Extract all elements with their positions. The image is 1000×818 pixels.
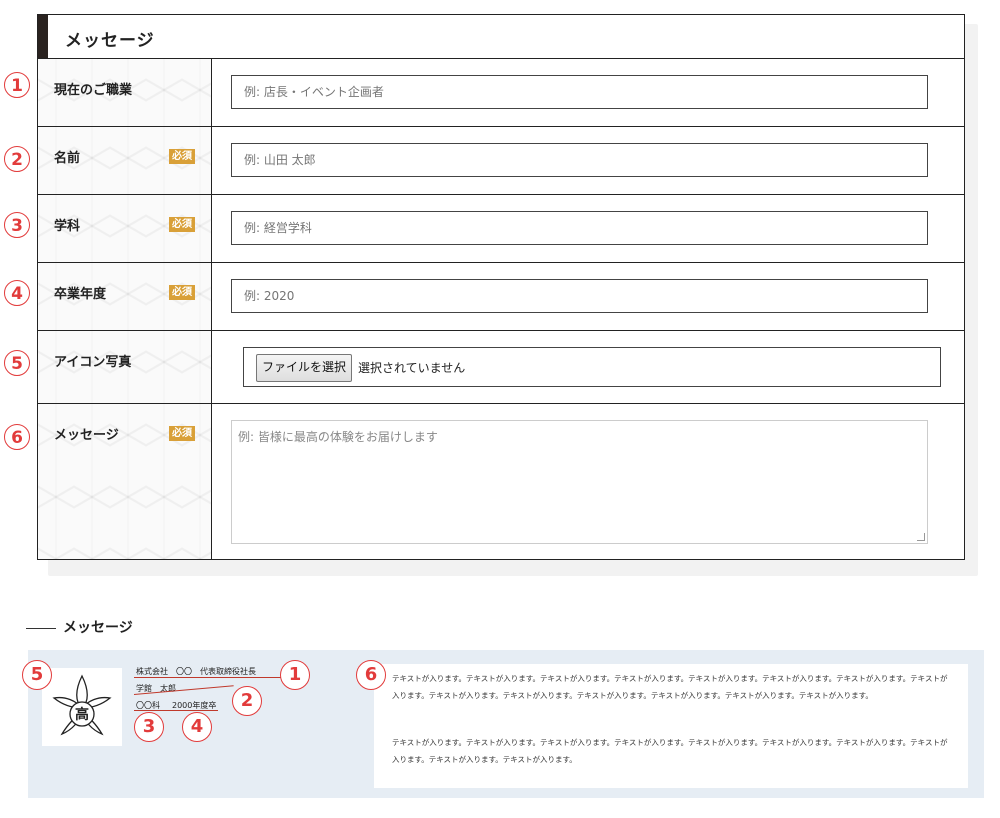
file-input-box: ファイルを選択 選択されていません	[243, 347, 941, 387]
message-textarea[interactable]: 例: 皆様に最高の体験をお届けします	[231, 420, 928, 544]
preview-marker-5: 5	[22, 660, 52, 690]
row-name: 名前 必須	[38, 127, 964, 195]
preview-occupation: 株式会社 〇〇 代表取締役社長	[136, 667, 256, 676]
department-year-underline	[134, 710, 218, 711]
file-status: 選択されていません	[358, 361, 466, 375]
marker-4: 4	[4, 280, 30, 306]
row-icon-photo: アイコン写真 ファイルを選択 選択されていません	[38, 331, 964, 404]
form-header: メッセージ	[38, 15, 964, 59]
label-cell: 学科 必須	[38, 195, 212, 262]
preview-marker-1: 1	[280, 660, 310, 690]
preview-marker-2: 2	[232, 686, 262, 716]
message-form: メッセージ 現在のご職業 名前 必須 学科 必須 卒業年度 必須 アイコン	[37, 14, 965, 560]
graduation-year-label: 卒業年度	[54, 287, 107, 302]
heading-line	[26, 627, 56, 629]
preview-marker-3: 3	[134, 712, 164, 742]
choose-file-button[interactable]: ファイルを選択	[256, 354, 353, 382]
marker-6: 6	[4, 424, 30, 450]
preview-card: 高 株式会社 〇〇 代表取締役社長 学館 太郎 〇〇科 2000年度卒 テキスト…	[28, 650, 984, 798]
name-label: 名前	[54, 151, 81, 166]
preview-marker-4: 4	[182, 712, 212, 742]
emblem-char: 高	[75, 706, 89, 723]
required-badge: 必須	[169, 149, 195, 164]
occupation-underline	[134, 677, 284, 678]
name-input[interactable]	[231, 143, 928, 177]
preview-heading: メッセージ	[26, 617, 133, 637]
row-graduation-year: 卒業年度 必須	[38, 263, 964, 331]
marker-5: 5	[4, 350, 30, 376]
row-department: 学科 必須	[38, 195, 964, 263]
label-cell: アイコン写真	[38, 331, 212, 403]
preview-marker-6: 6	[356, 660, 386, 690]
graduation-year-input[interactable]	[231, 279, 928, 313]
icon-photo-label: アイコン写真	[54, 355, 132, 370]
flower-emblem-icon: 高	[52, 674, 112, 736]
marker-3: 3	[4, 212, 30, 238]
department-input[interactable]	[231, 211, 928, 245]
preview-message-para-1: テキストが入ります。テキストが入ります。テキストが入ります。テキストが入ります。…	[392, 674, 948, 700]
header-accent-bar	[38, 15, 48, 58]
row-occupation: 現在のご職業	[38, 59, 964, 127]
department-label: 学科	[54, 219, 81, 234]
required-badge: 必須	[169, 285, 195, 300]
school-emblem: 高	[42, 668, 122, 746]
preview-heading-text: メッセージ	[63, 620, 133, 636]
row-message: メッセージ 必須 例: 皆様に最高の体験をお届けします	[38, 404, 964, 559]
marker-1: 1	[4, 72, 30, 98]
preview-message-para-2: テキストが入ります。テキストが入ります。テキストが入ります。テキストが入ります。…	[392, 738, 948, 764]
occupation-input[interactable]	[231, 75, 928, 109]
message-placeholder: 例: 皆様に最高の体験をお届けします	[238, 430, 438, 444]
message-label: メッセージ	[54, 428, 119, 443]
marker-2: 2	[4, 146, 30, 172]
required-badge: 必須	[169, 217, 195, 232]
resize-handle[interactable]	[917, 533, 925, 541]
label-cell: 卒業年度 必須	[38, 263, 212, 330]
required-badge: 必須	[169, 426, 195, 441]
label-cell: メッセージ 必須	[38, 404, 212, 559]
preview-message-box: テキストが入ります。テキストが入ります。テキストが入ります。テキストが入ります。…	[374, 664, 968, 788]
occupation-label: 現在のご職業	[54, 83, 133, 98]
label-cell: 名前 必須	[38, 127, 212, 194]
label-cell: 現在のご職業	[38, 59, 212, 126]
form-title: メッセージ	[65, 31, 155, 51]
